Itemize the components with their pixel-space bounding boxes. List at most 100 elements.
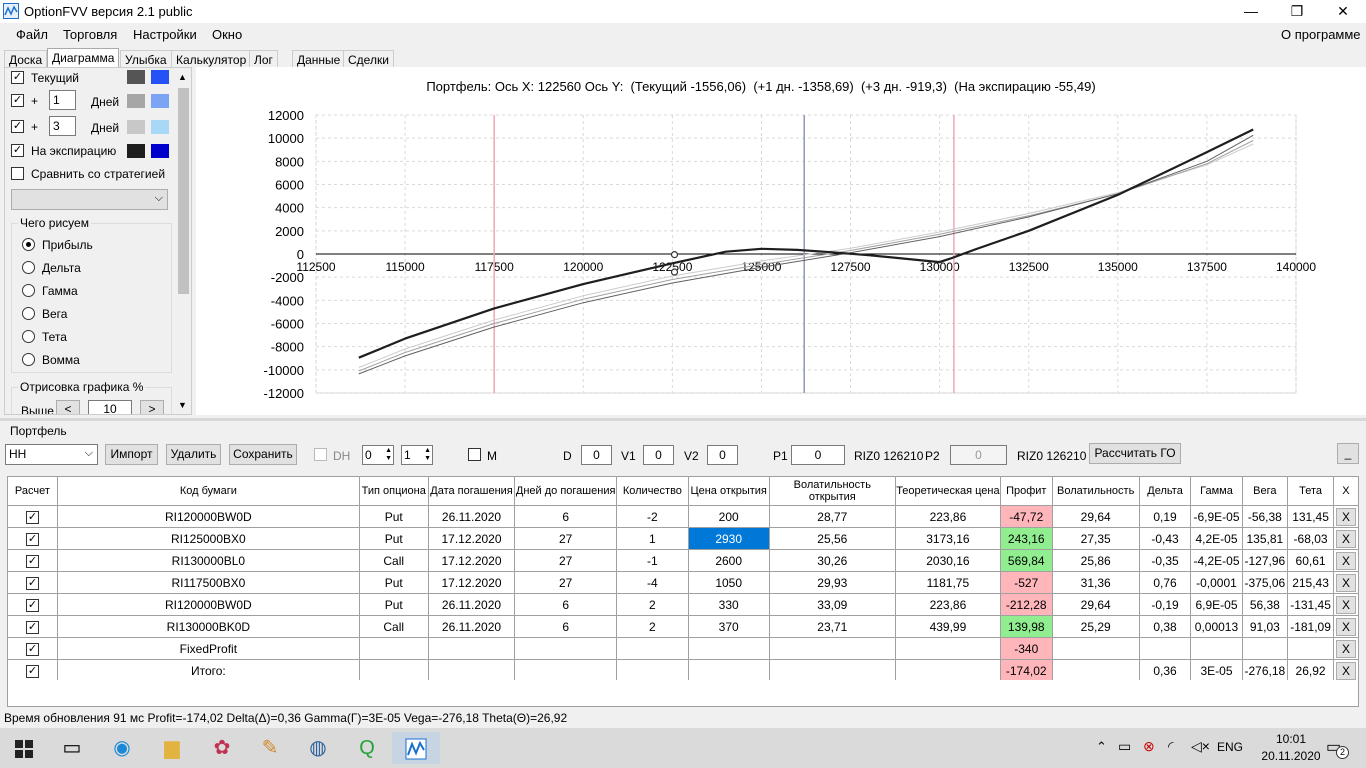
col-profit[interactable]: Профит bbox=[999, 476, 1053, 506]
expiration-checkbox[interactable]: ✓ bbox=[11, 144, 24, 157]
menu-settings[interactable]: Настройки bbox=[133, 27, 197, 42]
panel-splitter[interactable] bbox=[0, 418, 1366, 421]
edge-browser-icon[interactable]: ◉ bbox=[98, 732, 146, 764]
strategy-select[interactable]: ⌵ bbox=[11, 189, 168, 210]
tab-smile[interactable]: Улыбка bbox=[120, 50, 172, 68]
cell-price[interactable]: 370 bbox=[687, 615, 770, 638]
calc-checkbox[interactable]: ✓ bbox=[25, 620, 39, 634]
remove-row-button[interactable]: X bbox=[1335, 507, 1356, 526]
calc-checkbox[interactable]: ✓ bbox=[25, 576, 39, 590]
remove-row-button[interactable]: X bbox=[1335, 551, 1356, 570]
trading-app-icon[interactable]: ◍ bbox=[294, 732, 342, 764]
plus1-color-b[interactable] bbox=[151, 94, 169, 108]
plus3-checkbox[interactable]: ✓ bbox=[11, 120, 24, 133]
plus1-days-input[interactable]: 1 bbox=[49, 90, 76, 110]
table-row[interactable]: ✓ Итого: -174,02 0,36 3E-05 -276,18 26,92 X bbox=[7, 659, 1360, 682]
radio-theta[interactable] bbox=[22, 330, 35, 343]
maximize-button[interactable]: ❐ bbox=[1274, 0, 1320, 23]
menu-window[interactable]: Окно bbox=[212, 27, 242, 42]
remove-row-button[interactable]: X bbox=[1335, 529, 1356, 548]
cell-price[interactable] bbox=[687, 659, 770, 682]
calc-go-button[interactable]: Рассчитать ГО bbox=[1089, 443, 1181, 464]
table-row[interactable]: ✓ FixedProfit -340 X bbox=[7, 637, 1360, 660]
tray-chevron-up-icon[interactable]: ⌃ bbox=[1096, 739, 1107, 755]
volume-muted-icon[interactable]: ◁× bbox=[1191, 738, 1210, 755]
col-theor[interactable]: Теоретическая цена bbox=[895, 476, 1001, 506]
col-gamma[interactable]: Гамма bbox=[1190, 476, 1243, 506]
scroll-down-icon[interactable]: ▼ bbox=[178, 400, 187, 410]
compare-checkbox[interactable] bbox=[11, 167, 24, 180]
quik-app-icon[interactable]: Q bbox=[343, 732, 391, 764]
remove-row-button[interactable]: X bbox=[1335, 617, 1356, 636]
current-color-a[interactable] bbox=[127, 70, 145, 84]
radio-delta[interactable] bbox=[22, 261, 35, 274]
spin1-input[interactable]: 0 ▲ ▼ bbox=[362, 445, 394, 465]
tab-diagram[interactable]: Диаграмма bbox=[47, 48, 120, 69]
table-row[interactable]: ✓ RI120000BW0D Put 26.11.2020 6 -2 200 28,77 223… bbox=[7, 505, 1360, 528]
col-price[interactable]: Цена открытия bbox=[687, 476, 770, 506]
optionfvv-app-icon[interactable] bbox=[392, 732, 440, 764]
current-color-b[interactable] bbox=[151, 70, 169, 84]
d-input[interactable]: 0 bbox=[581, 445, 612, 465]
expiration-color-b[interactable] bbox=[151, 144, 169, 158]
calc-checkbox[interactable]: ✓ bbox=[25, 554, 39, 568]
radio-vega[interactable] bbox=[22, 307, 35, 320]
col-days[interactable]: Дней до погашения bbox=[514, 476, 617, 506]
plus1-checkbox[interactable]: ✓ bbox=[11, 94, 24, 107]
scroll-up-icon[interactable]: ▲ bbox=[178, 72, 187, 82]
v1-input[interactable]: 0 bbox=[643, 445, 674, 465]
col-qty[interactable]: Количество bbox=[615, 476, 689, 506]
close-button[interactable]: ✕ bbox=[1320, 0, 1366, 23]
cell-price[interactable]: 2930 bbox=[687, 527, 770, 550]
tab-board[interactable]: Доска bbox=[4, 50, 48, 68]
col-vol[interactable]: Волатильность bbox=[1051, 476, 1140, 506]
remove-row-button[interactable]: X bbox=[1335, 573, 1356, 592]
col-vega[interactable]: Вега bbox=[1241, 476, 1289, 506]
wifi-icon[interactable]: ◜ bbox=[1168, 738, 1173, 755]
save-button[interactable]: Сохранить bbox=[229, 444, 297, 465]
plus3-color-a[interactable] bbox=[127, 120, 145, 134]
above-decrease-button[interactable]: < bbox=[56, 400, 80, 414]
language-indicator[interactable]: ENG bbox=[1217, 740, 1243, 754]
clock-time[interactable]: 10:01 bbox=[1266, 732, 1316, 746]
plus3-color-b[interactable] bbox=[151, 120, 169, 134]
file-explorer-icon[interactable]: ▆ bbox=[148, 732, 196, 764]
spin2-input[interactable]: 1 ▲ ▼ bbox=[401, 445, 433, 465]
network-error-icon[interactable]: ⊗ bbox=[1143, 738, 1155, 755]
table-row[interactable]: ✓ RI117500BX0 Put 17.12.2020 27 -4 1050 29,93 11… bbox=[7, 571, 1360, 594]
paint-app-icon[interactable]: ✿ bbox=[198, 732, 246, 764]
calc-checkbox[interactable]: ✓ bbox=[25, 642, 39, 656]
radio-gamma[interactable] bbox=[22, 284, 35, 297]
calc-checkbox[interactable]: ✓ bbox=[25, 532, 39, 546]
p1-input[interactable]: 0 bbox=[791, 445, 845, 465]
menu-file[interactable]: Файл bbox=[16, 27, 48, 42]
delete-button[interactable]: Удалить bbox=[166, 444, 221, 465]
remove-row-button[interactable]: X bbox=[1335, 661, 1356, 680]
cell-price[interactable]: 1050 bbox=[687, 571, 770, 594]
expiration-color-a[interactable] bbox=[127, 144, 145, 158]
clock-date[interactable]: 20.11.2020 bbox=[1253, 749, 1329, 763]
dh-checkbox[interactable] bbox=[314, 448, 327, 461]
col-delta[interactable]: Дельта bbox=[1138, 476, 1192, 506]
col-x[interactable]: X bbox=[1332, 476, 1360, 506]
table-row[interactable]: ✓ RI130000BK0D Call 26.11.2020 6 2 370 23,71 439… bbox=[7, 615, 1360, 638]
table-row[interactable]: ✓ RI120000BW0D Put 26.11.2020 6 2 330 33,09 223,… bbox=[7, 593, 1360, 616]
col-vol-open[interactable]: Волатильность открытия bbox=[768, 476, 897, 506]
col-theta[interactable]: Тета bbox=[1287, 476, 1334, 506]
payoff-chart[interactable]: 112500 115000 117500 120000 122500 125000 1275… bbox=[196, 67, 1366, 415]
above-increase-button[interactable]: > bbox=[140, 400, 164, 414]
cell-price[interactable]: 2600 bbox=[687, 549, 770, 572]
remove-row-button[interactable]: X bbox=[1335, 595, 1356, 614]
collapse-button[interactable]: _ bbox=[1337, 443, 1359, 464]
current-checkbox[interactable]: ✓ bbox=[11, 71, 24, 84]
tab-data[interactable]: Данные bbox=[292, 50, 346, 68]
col-type[interactable]: Тип опциона bbox=[358, 476, 429, 506]
calc-checkbox[interactable]: ✓ bbox=[25, 664, 39, 678]
cell-price[interactable]: 330 bbox=[687, 593, 770, 616]
portfolio-select[interactable]: НН ⌵ bbox=[5, 444, 98, 465]
p2-input[interactable]: 0 bbox=[950, 445, 1007, 465]
tab-calculator[interactable]: Калькулятор bbox=[171, 50, 252, 68]
col-date[interactable]: Дата погашения bbox=[427, 476, 516, 506]
calc-checkbox[interactable]: ✓ bbox=[25, 598, 39, 612]
calc-checkbox[interactable]: ✓ bbox=[25, 510, 39, 524]
